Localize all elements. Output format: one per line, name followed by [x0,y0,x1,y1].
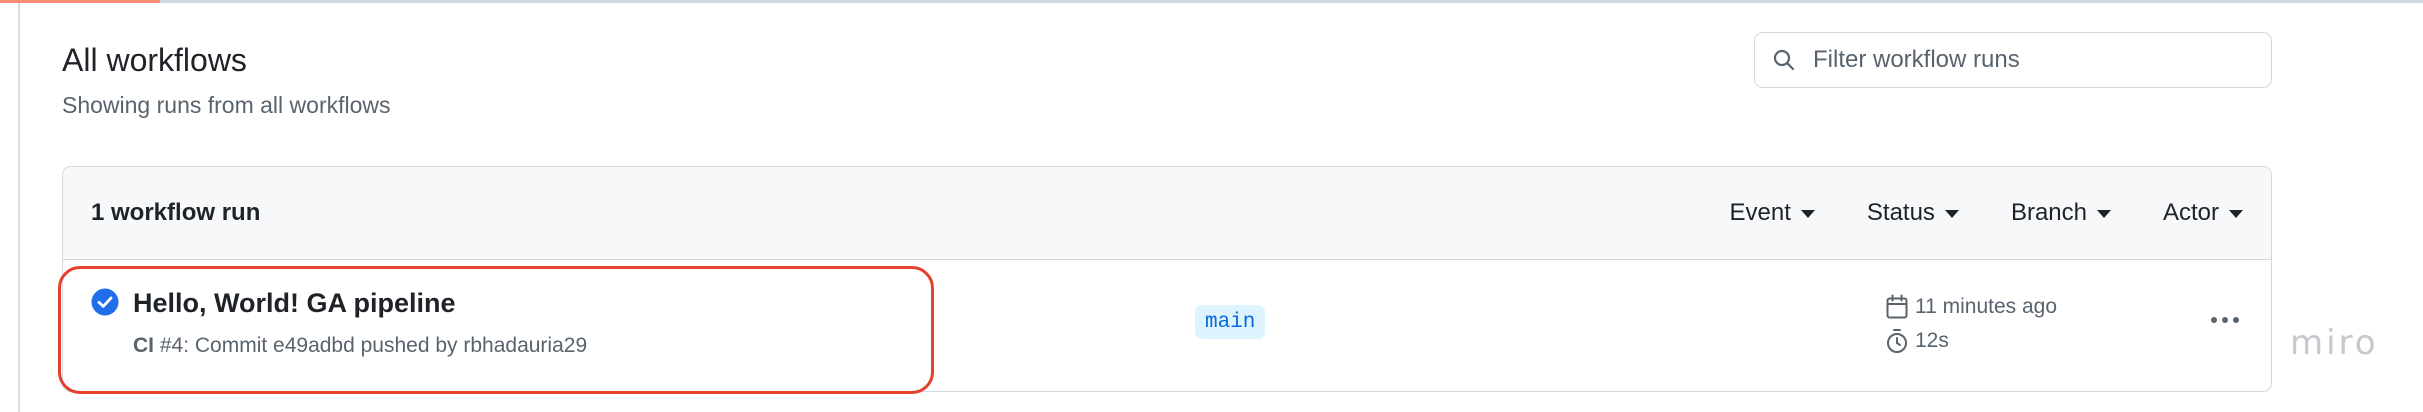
run-filter-menus: Event Status Branch Actor [1730,199,2243,227]
search-icon [1755,33,1813,87]
run-title-link[interactable]: Hello, World! GA pipeline [133,286,456,320]
page-subtitle: Showing runs from all workflows [62,92,391,118]
sidebar-divider [18,3,20,412]
run-timing: 11 minutes ago 12s [1885,290,2057,358]
stopwatch-icon [1887,329,1907,353]
page-header: All workflows Showing runs from all work… [62,40,391,120]
event-filter-label: Event [1729,199,1791,226]
triangle-down-icon [1944,210,1959,218]
triangle-down-icon [2229,210,2243,218]
miro-watermark: miro [2290,323,2379,363]
branch-label[interactable]: main [1195,305,1266,339]
run-commit-info: #4: Commit e49adbd pushed by rbhadauria2… [154,334,588,357]
runs-box-header: 1 workflow run Event Status Branch Actor [63,167,2271,260]
branch-filter-label: Branch [2010,199,2087,226]
triangle-down-icon [1800,210,1815,218]
status-filter-button[interactable]: Status [1867,199,1959,227]
run-time-ago: 11 minutes ago [1915,295,2058,318]
actor-filter-button[interactable]: Actor [2163,199,2243,227]
event-filter-button[interactable]: Event [1730,199,1815,227]
run-meta: CI #4: Commit e49adbd pushed by rbhadaur… [133,332,587,360]
page-title: All workflows [62,42,247,78]
workflow-run-row: Hello, World! GA pipeline CI #4: Commit … [63,260,2271,390]
filter-runs-field[interactable] [1754,32,2272,88]
workflow-run-count: 1 workflow run [91,199,261,226]
check-circle-icon [91,288,119,316]
workflow-runs-box: 1 workflow run Event Status Branch Actor [62,166,2272,392]
triangle-down-icon [2096,210,2111,218]
filter-runs-input[interactable] [1813,33,2271,87]
run-duration-row: 12s [1885,324,2057,358]
actor-filter-label: Actor [2162,199,2219,226]
run-duration: 12s [1915,329,1949,352]
status-filter-label: Status [1866,199,1935,226]
kebab-horizontal-icon[interactable] [2203,300,2247,340]
workflow-name: CI [133,334,154,357]
run-time-row: 11 minutes ago [1885,290,2057,324]
calendar-icon [1886,294,1908,319]
branch-filter-button[interactable]: Branch [2011,199,2111,227]
tab-underline-bar [0,0,2423,3]
active-tab-indicator [0,0,160,3]
